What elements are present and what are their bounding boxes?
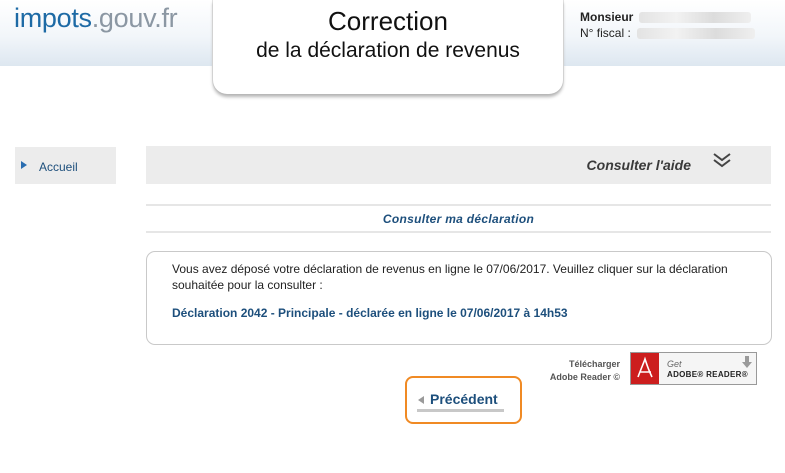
- logo-text-impots: impots: [14, 3, 92, 33]
- declaration-link[interactable]: Déclaration 2042 - Principale - déclarée…: [172, 306, 568, 320]
- help-bar[interactable]: Consulter l'aide: [146, 146, 771, 184]
- section-title: Consulter ma déclaration: [382, 212, 535, 226]
- adobe-badge-name: ADOBE® READER®: [667, 370, 748, 379]
- user-info: Monsieur N° fiscal :: [580, 9, 755, 41]
- page-title-box: Correction de la déclaration de revenus: [213, 0, 563, 94]
- section-divider-top: [146, 204, 771, 206]
- adobe-logo-icon: [631, 353, 659, 384]
- double-chevron-down-icon[interactable]: [712, 152, 732, 170]
- adobe-download-line1: Télécharger: [568, 359, 620, 369]
- triangle-right-icon: [21, 161, 27, 169]
- adobe-badge-get: Get: [667, 359, 682, 369]
- adobe-download-line2: Adobe Reader ©: [549, 372, 620, 382]
- previous-button[interactable]: Précédent: [405, 376, 522, 424]
- page-title: Correction: [328, 6, 448, 36]
- page-subtitle: de la déclaration de revenus: [256, 39, 520, 62]
- help-link[interactable]: Consulter l'aide: [587, 157, 691, 173]
- download-arrow-icon: [742, 356, 752, 368]
- sidebar-item-label: Accueil: [39, 160, 78, 174]
- adobe-download-text: Télécharger Adobe Reader ©: [540, 358, 620, 384]
- redacted-user-name: [639, 12, 752, 24]
- info-text: Vous avez déposé votre déclaration de re…: [172, 262, 728, 292]
- user-civility: Monsieur: [580, 10, 634, 24]
- logo-text-domain: .gouv.fr: [91, 3, 178, 33]
- adobe-reader-badge[interactable]: Get ADOBE® READER®: [630, 352, 757, 385]
- declaration-info-box: Vous avez déposé votre déclaration de re…: [146, 251, 772, 345]
- redacted-fiscal-number: [636, 28, 755, 40]
- previous-button-underline: [417, 409, 504, 412]
- previous-button-label: Précédent: [430, 391, 498, 407]
- fiscal-number-label: N° fiscal :: [580, 26, 631, 40]
- triangle-left-icon: [418, 396, 424, 404]
- sidebar-item-accueil[interactable]: Accueil: [15, 147, 116, 184]
- impots-logo[interactable]: impots.gouv.fr: [14, 3, 178, 34]
- section-divider-bottom: [146, 231, 771, 233]
